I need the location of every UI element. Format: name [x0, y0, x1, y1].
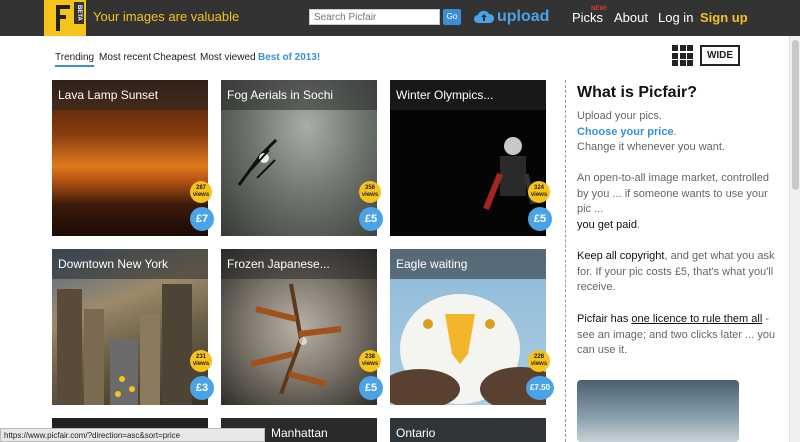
sidebar-intro: Upload your pics. Choose your price. Cha… — [577, 110, 725, 153]
views-badge: 356 views — [359, 181, 381, 203]
search-go-button[interactable]: Go — [443, 9, 461, 25]
nav-login[interactable]: Log in — [658, 10, 693, 25]
choose-price-link[interactable]: Choose your price — [577, 126, 674, 138]
card-title: Fog Aerials in Sochi — [221, 80, 377, 110]
upload-button[interactable]: upload — [474, 6, 549, 28]
new-badge: NEW! — [591, 6, 607, 12]
image-card[interactable]: Lava Lamp Sunset — [52, 80, 208, 236]
sidebar-copyright: Keep all copyright, and get what you ask… — [577, 250, 775, 293]
skier-figure-icon — [237, 138, 278, 186]
sidebar-image — [577, 380, 739, 442]
sidebar-licence: Picfair has one licence to rule them all… — [577, 313, 776, 356]
price-badge: £5 — [528, 207, 552, 231]
tab-cheapest[interactable]: Cheapest — [153, 52, 196, 63]
image-card[interactable]: Ontario — [390, 418, 546, 442]
card-title: Winter Olympics... — [390, 80, 546, 110]
tab-trending[interactable]: Trending — [55, 52, 95, 67]
sidebar-market: An open-to-all image market, controlled … — [577, 172, 769, 231]
card-title: Ontario — [390, 418, 546, 442]
image-card[interactable]: Downtown New York — [52, 249, 208, 405]
image-card[interactable]: Winter Olympics... — [390, 80, 546, 236]
price-badge: £5 — [359, 207, 383, 231]
card-title: Lava Lamp Sunset — [52, 80, 208, 110]
frozen-leaf-icon — [250, 283, 342, 395]
athlete-figure-icon — [483, 137, 536, 211]
views-badge: 238 views — [359, 350, 381, 372]
image-card[interactable]: Fog Aerials in Sochi — [221, 80, 377, 236]
eagle-head-icon — [390, 294, 546, 405]
page-scrollbar[interactable] — [789, 36, 800, 442]
tab-most-viewed[interactable]: Most viewed — [200, 52, 256, 63]
wide-view-button[interactable]: WIDE — [700, 45, 740, 66]
price-badge: £7.50 — [526, 376, 554, 400]
grid-view-icon[interactable] — [672, 45, 693, 66]
image-card[interactable]: Frozen Japanese... — [221, 249, 377, 405]
views-badge: 324 views — [528, 181, 550, 203]
sidebar-divider — [565, 80, 566, 442]
search-input[interactable] — [309, 9, 440, 25]
licence-link[interactable]: one licence to rule them all — [631, 313, 762, 325]
browser-status-bar: https://www.picfair.com/?direction=asc&s… — [0, 428, 265, 442]
scroll-thumb[interactable] — [792, 40, 799, 190]
upload-label: upload — [497, 8, 550, 25]
sidebar-title: What is Picfair? — [577, 84, 698, 101]
nav-picks[interactable]: Picks — [572, 10, 603, 25]
cloud-upload-icon — [474, 10, 494, 23]
picfair-logo[interactable]: BETA — [44, 0, 86, 36]
views-badge: 228 views — [528, 350, 550, 372]
logo-icon — [56, 5, 70, 31]
tagline: Your images are valuable — [93, 9, 240, 24]
nav-signup[interactable]: Sign up — [700, 10, 748, 25]
price-badge: £7 — [190, 207, 214, 231]
price-badge: £5 — [359, 376, 383, 400]
city-buildings-icon — [57, 284, 192, 405]
top-bar: BETA Your images are valuable Go upload … — [0, 0, 800, 36]
image-card[interactable]: Eagle waiting — [390, 249, 546, 405]
beta-badge: BETA — [74, 2, 84, 24]
card-title: Frozen Japanese... — [221, 249, 377, 279]
views-badge: 231 views — [190, 350, 212, 372]
price-badge: £3 — [190, 376, 214, 400]
nav-about[interactable]: About — [614, 10, 648, 25]
card-title: Downtown New York — [52, 249, 208, 279]
views-badge: 287 views — [190, 181, 212, 203]
card-title: Eagle waiting — [390, 249, 546, 279]
tab-most-recent[interactable]: Most recent — [99, 52, 151, 63]
tab-best-of-2013[interactable]: Best of 2013! — [258, 52, 320, 63]
